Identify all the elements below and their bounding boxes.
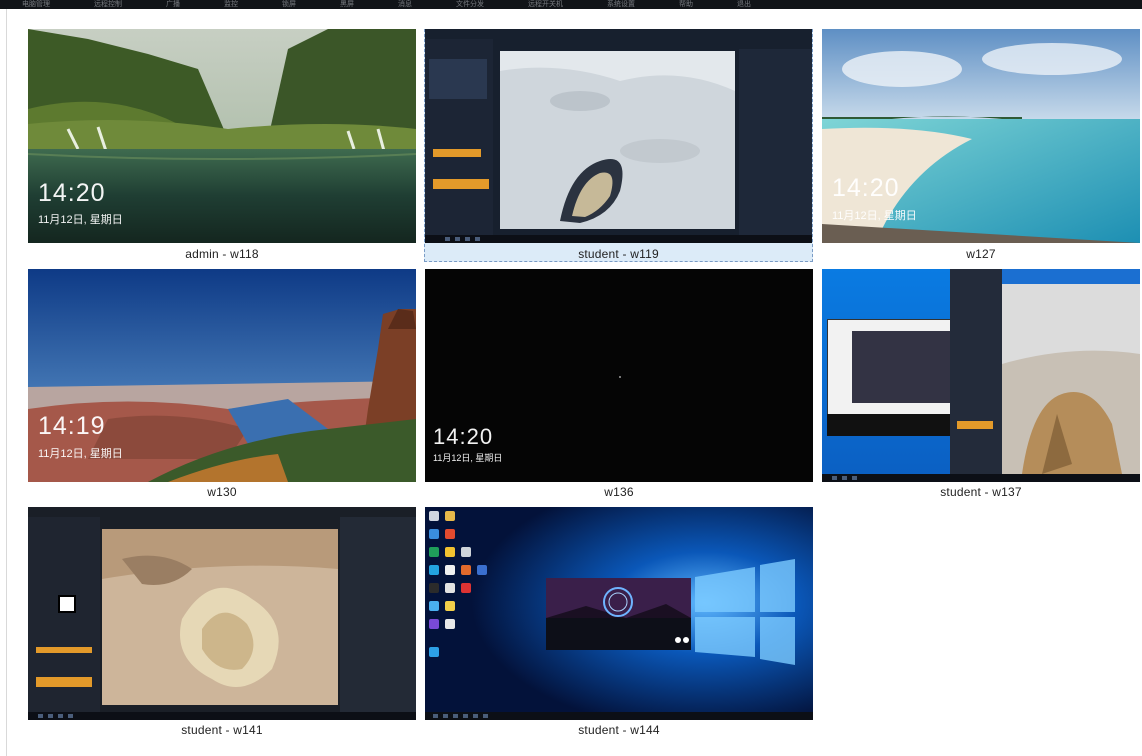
computer-tile[interactable]: student - w137	[822, 269, 1140, 501]
tile-label: w127	[966, 247, 996, 261]
desktop-icon	[429, 547, 439, 557]
desktop-icon	[445, 565, 455, 575]
desktop-icon	[445, 601, 455, 611]
splash-window	[546, 578, 691, 650]
lockscreen-time: 14:20	[38, 179, 106, 207]
editor-panel	[950, 269, 1002, 474]
editor-right-panel	[739, 49, 812, 235]
computer-tile[interactable]: 14:20 11月12日, 星期日 w127	[822, 29, 1140, 262]
tile-label: admin - w118	[185, 247, 259, 261]
computer-tile[interactable]: student - w119	[424, 29, 813, 262]
top-toolbar: 电脑管理 远程控制 广播 监控 锁屏 黑屏 消息 文件分发 远程开关机 系统设置…	[0, 0, 1142, 9]
screen-thumbnail[interactable]: 14:20 11月12日, 星期日	[28, 29, 416, 243]
taskbar	[425, 235, 812, 243]
screen-thumbnail[interactable]: 14:20 11月12日, 星期日	[425, 269, 813, 482]
lockscreen-date: 11月12日, 星期日	[832, 210, 917, 222]
screen-thumbnail[interactable]	[425, 507, 813, 720]
tile-label: student - w144	[578, 723, 660, 737]
desktop-icon	[429, 529, 439, 539]
desktop-icon	[445, 547, 455, 557]
desktop-icon	[429, 511, 439, 521]
desktop-icon	[445, 529, 455, 539]
computer-tile[interactable]: 14:20 11月12日, 星期日 w136	[425, 269, 813, 501]
computer-tile[interactable]: student - w144	[425, 507, 813, 739]
orange-button	[433, 149, 481, 157]
desktop-icon	[461, 583, 471, 593]
desktop-icon	[429, 601, 439, 611]
menu-item[interactable]: 退出	[715, 0, 773, 9]
desktop-icon	[429, 647, 439, 657]
menu-item[interactable]: 监控	[202, 0, 260, 9]
screen-thumbnail[interactable]: 14:20 11月12日, 星期日	[822, 29, 1140, 243]
desktop-icon	[429, 565, 439, 575]
menu-item[interactable]: 消息	[376, 0, 434, 9]
taskbar	[425, 712, 813, 720]
desktop-icon	[429, 583, 439, 593]
menu-item[interactable]: 文件分发	[434, 0, 506, 9]
menu-item[interactable]: 广播	[144, 0, 202, 9]
menu-item[interactable]: 黑屏	[318, 0, 376, 9]
lockscreen-date: 11月12日, 星期日	[433, 453, 503, 463]
tile-label: w130	[207, 485, 237, 499]
screen-thumbnail[interactable]	[28, 507, 416, 720]
menu-item[interactable]: 系统设置	[585, 0, 657, 9]
desktop-icon	[461, 547, 471, 557]
cursor-dot	[619, 376, 621, 378]
window-border	[6, 9, 7, 756]
screen-thumbnail[interactable]	[425, 29, 812, 243]
tile-label: student - w141	[181, 723, 263, 737]
menu-item[interactable]: 远程开关机	[506, 0, 585, 9]
tile-label: w136	[604, 485, 634, 499]
dark-bar	[827, 414, 952, 436]
taskbar	[822, 474, 1140, 482]
screen-thumbnail[interactable]: 14:19 11月12日, 星期日	[28, 269, 416, 482]
menu-item[interactable]: 电脑管理	[0, 0, 72, 9]
desktop-icon	[445, 619, 455, 629]
sand-viewport	[1002, 284, 1140, 474]
menu-item[interactable]: 帮助	[657, 0, 715, 9]
screen-thumbnail[interactable]	[822, 269, 1140, 482]
orange-button	[36, 647, 92, 653]
menu-item[interactable]: 锁屏	[260, 0, 318, 9]
taskbar	[28, 712, 416, 720]
lockscreen-date: 11月12日, 星期日	[38, 448, 123, 460]
terrain-viewport	[102, 529, 338, 705]
computer-tile[interactable]: student - w141	[28, 507, 416, 739]
desktop-icon	[477, 565, 487, 575]
lockscreen-time: 14:19	[38, 412, 106, 440]
tile-label: student - w119	[578, 247, 659, 261]
desktop-icon	[445, 511, 455, 521]
tile-label: student - w137	[940, 485, 1022, 499]
tool-icon	[58, 595, 76, 613]
orange-button	[957, 421, 993, 429]
snow-viewport	[500, 51, 735, 229]
computer-tile[interactable]: 14:20 11月12日, 星期日 admin - w118	[28, 29, 416, 262]
orange-button	[36, 677, 92, 687]
editor-toolbar	[429, 59, 487, 99]
desktop-icon	[461, 565, 471, 575]
desktop-icon	[445, 583, 455, 593]
menu-item[interactable]: 远程控制	[72, 0, 144, 9]
desktop-icon	[429, 619, 439, 629]
computer-tile[interactable]: 14:19 11月12日, 星期日 w130	[28, 269, 416, 501]
lockscreen-date: 11月12日, 星期日	[38, 214, 123, 226]
editor-right-panel	[340, 517, 416, 712]
lockscreen-time: 14:20	[832, 174, 900, 202]
orange-button	[433, 179, 489, 189]
lockscreen-time: 14:20	[433, 424, 494, 449]
window-screenshot-inner	[852, 331, 950, 403]
